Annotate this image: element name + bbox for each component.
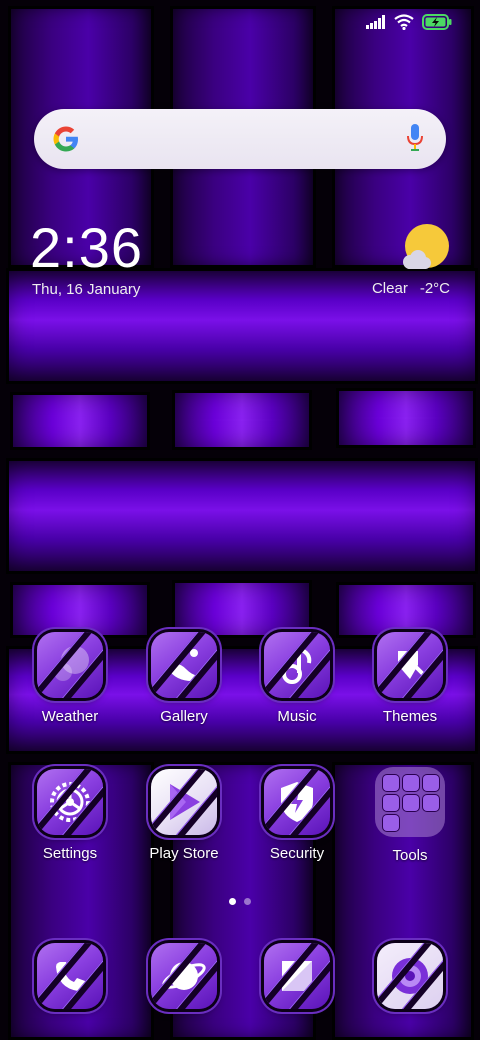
wallpaper-band — [336, 582, 476, 638]
app-play-store[interactable]: Play Store — [134, 769, 234, 862]
wallpaper-band — [10, 582, 150, 638]
app-label: Settings — [42, 845, 98, 862]
signal-icon — [366, 15, 385, 29]
settings-icon — [37, 769, 103, 835]
app-themes[interactable]: Themes — [360, 632, 460, 725]
wifi-icon — [394, 14, 414, 30]
dock-browser[interactable] — [134, 943, 234, 1009]
gallery-icon — [151, 632, 217, 698]
sun-cloud-icon[interactable] — [400, 222, 452, 274]
status-bar — [366, 10, 452, 34]
google-logo-icon — [53, 126, 78, 152]
app-label: Play Store — [149, 845, 219, 862]
themes-icon — [377, 632, 443, 698]
folder-icon — [375, 767, 445, 837]
app-label: Music — [277, 708, 317, 725]
folder-tools[interactable]: Tools — [360, 767, 460, 864]
battery-charging-icon — [422, 14, 452, 30]
google-search-bar[interactable] — [34, 109, 446, 169]
mic-icon[interactable] — [406, 123, 424, 153]
wallpaper-band — [172, 390, 312, 450]
dock-camera[interactable] — [360, 943, 460, 1009]
app-gallery[interactable]: Gallery — [134, 632, 234, 725]
music-icon — [264, 632, 330, 698]
wallpaper-band — [6, 458, 478, 574]
app-weather[interactable]: Weather — [20, 632, 120, 725]
app-label: Gallery — [160, 708, 208, 725]
wallpaper-band — [172, 580, 312, 638]
weather-condition: Clear — [371, 280, 408, 297]
dock-phone[interactable] — [20, 943, 120, 1009]
app-settings[interactable]: Settings — [20, 769, 120, 862]
weather-icon — [37, 632, 103, 698]
weather-widget[interactable]: Clear -2°C — [372, 280, 450, 297]
messages-icon — [264, 943, 330, 1009]
phone-icon — [37, 943, 103, 1009]
security-icon — [264, 769, 330, 835]
clock-time[interactable]: 2:36 — [30, 218, 143, 278]
app-label: Weather — [41, 708, 99, 725]
weather-temperature: -2°C — [419, 280, 450, 297]
camera-icon — [377, 943, 443, 1009]
wallpaper-band — [10, 392, 150, 450]
app-music[interactable]: Music — [247, 632, 347, 725]
app-label: Security — [269, 845, 325, 862]
dock-messages[interactable] — [247, 943, 347, 1009]
page-dot — [244, 898, 251, 905]
page-dot-active — [229, 898, 236, 905]
page-indicator — [0, 898, 480, 905]
wallpaper-band — [336, 388, 476, 448]
app-label: Tools — [392, 847, 428, 864]
play-store-icon — [151, 769, 217, 835]
app-label: Themes — [382, 708, 438, 725]
browser-icon — [151, 943, 217, 1009]
clock-date[interactable]: Thu, 16 January — [32, 281, 140, 298]
app-security[interactable]: Security — [247, 769, 347, 862]
